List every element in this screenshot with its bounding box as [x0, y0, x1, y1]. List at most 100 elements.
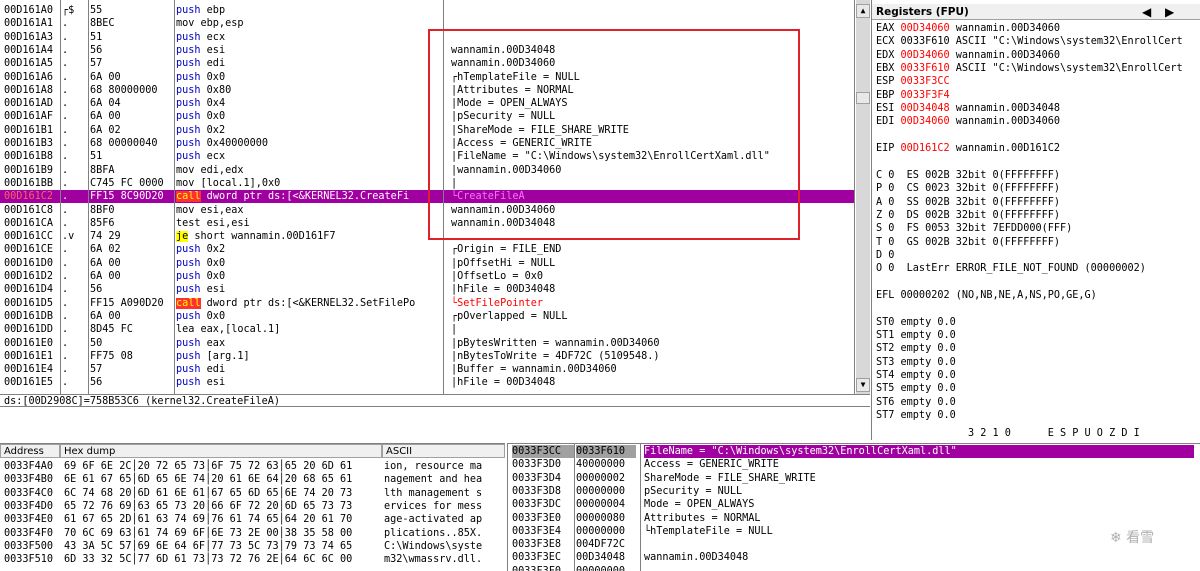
instruction-part: push — [176, 124, 207, 136]
disasm-hex: 6A 04 — [90, 98, 121, 110]
instruction-part: ecx — [206, 151, 226, 163]
stack-value: 00000080 — [576, 512, 626, 524]
disasm-row[interactable]: 00D161E5. 56 push esi |hFile = 00D34048 — [0, 376, 854, 389]
memory-dump-pane[interactable]: Address Hex dump ASCII 0033F4A0 69 6F 6E … — [0, 443, 505, 571]
dump-hex: 65 72 76 69│63 65 73 20│66 6F 72 20│6D 6… — [64, 500, 353, 512]
prev-view-icon[interactable]: ◀ — [1142, 4, 1151, 20]
disasm-row[interactable]: 00D161E4. 57 push edi |Buffer = wannamin.00… — [0, 363, 854, 376]
disasm-row[interactable]: 00D161D4. 56 push esi |hFile = 00D34048 — [0, 283, 854, 296]
next-view-icon[interactable]: ▶ — [1165, 4, 1174, 20]
disasm-row[interactable]: 00D161CE. 6A 02 push 0x2 ┌Origin = FILE_END — [0, 243, 854, 256]
disasm-marker: . — [62, 284, 69, 296]
scroll-up-arrow-icon[interactable]: ▲ — [856, 4, 870, 18]
disasm-instruction: push [arg.1] — [176, 350, 440, 363]
disasm-comment: |hFile = 00D34048 — [451, 284, 556, 296]
disasm-address: 00D161E1 — [4, 350, 54, 362]
stack-value: 004DF72C — [576, 539, 626, 551]
registers-header[interactable]: Registers (FPU) ◀ ▶ — [872, 4, 1200, 20]
stack-row[interactable]: 0033F3DC 00000004 Mode = OPEN_ALWAYS — [508, 498, 1200, 511]
disasm-instruction: mov ebp,esp — [176, 17, 440, 30]
annotation-highlight-box — [428, 29, 800, 240]
disasm-marker: . — [62, 350, 69, 362]
dump-hex: 69 6F 6E 2C│20 72 65 73│6F 75 72 63│65 2… — [64, 461, 353, 472]
disasm-row[interactable]: 00D161D5. FF15 A090D20 call dword ptr ds:[… — [0, 297, 854, 310]
disasm-comment: |OffsetLo = 0x0 — [451, 271, 544, 282]
instruction-part: esi — [206, 377, 226, 389]
registers-pane[interactable]: Registers (FPU) ◀ ▶ EAX 00D34060 wannami… — [871, 0, 1200, 440]
stack-row[interactable]: 0033F3CC 0033F610 FileName = "C:\Windows\s… — [508, 445, 1200, 459]
disasm-address: 00D161BB — [4, 177, 54, 189]
disasm-marker: .v — [62, 231, 75, 243]
stack-row[interactable]: 0033F3E4 00000000 └hTemplateFile = NULL — [508, 525, 1200, 538]
disasm-marker: . — [62, 364, 69, 376]
disasm-row[interactable]: 00D161E0. 50 push eax |pBytesWritten = wann… — [0, 337, 854, 350]
register-line: ESI 00D34048 wannamin.00D34048 — [876, 102, 1060, 115]
disasm-hex: 6A 00 — [90, 310, 121, 322]
disasm-hex: 6A 00 — [90, 271, 121, 282]
stack-row[interactable]: 0033F3D4 00000002 ShareMode = FILE_SHARE_W… — [508, 472, 1200, 485]
disasm-marker: . — [62, 324, 69, 336]
disasm-address: 00D161AF — [4, 111, 54, 123]
disasm-row[interactable]: 00D161E1. FF75 08 push [arg.1] |nBytesToWri… — [0, 350, 854, 363]
scroll-thumb[interactable] — [856, 92, 870, 104]
register-part: 00D34060 — [900, 23, 950, 34]
disasm-row[interactable]: 00D161DD. 8D45 FC lea eax,[local.1] | — [0, 323, 854, 336]
disasm-hex: 8BEC — [90, 18, 115, 30]
disasm-hex: 74 29 — [90, 231, 121, 243]
register-line: EBP 0033F3F4 — [876, 89, 950, 102]
instruction-part: je — [176, 231, 189, 243]
instruction-part: push — [176, 31, 207, 43]
instruction-part: 0x0 — [206, 71, 226, 83]
disasm-instruction: call dword ptr ds:[<&KERNEL32.CreateFi — [176, 190, 440, 203]
stack-row[interactable]: 0033F3D8 00000000 pSecurity = NULL — [508, 485, 1200, 498]
disasm-instruction: push 0x0 — [176, 71, 440, 84]
dump-header-ascii[interactable]: ASCII — [382, 444, 505, 458]
instruction-part: esi — [206, 284, 226, 296]
disasm-marker: . — [62, 310, 69, 322]
disasm-address: 00D161CC — [4, 231, 54, 243]
instruction-part: push — [176, 138, 207, 149]
instruction-part: push — [176, 111, 207, 123]
stack-pane[interactable]: 0033F3CC 0033F610 FileName = "C:\Windows\s… — [507, 443, 1200, 571]
disasm-hex: FF75 08 — [90, 350, 133, 362]
disasm-row[interactable]: 00D161D0. 6A 00 push 0x0 |pOffsetHi = NULL — [0, 257, 854, 270]
disasm-marker: . — [62, 164, 69, 176]
register-part: ST1 empty 0.0 — [876, 330, 956, 342]
dump-address: 0033F4A0 — [4, 461, 54, 472]
register-part: 0033F3CC — [900, 76, 950, 88]
stack-row[interactable]: 0033F3D0 40000000 Access = GENERIC_WRITE — [508, 458, 1200, 471]
disasm-instruction: mov esi,eax — [176, 204, 440, 217]
disasm-marker: . — [62, 44, 69, 56]
instruction-part: ebp — [206, 5, 226, 16]
dump-header-address[interactable]: Address — [0, 444, 60, 458]
disasm-marker: . — [62, 191, 69, 203]
dump-address: 0033F4C0 — [4, 487, 54, 499]
dump-header-hex[interactable]: Hex dump — [60, 444, 382, 458]
register-line: ST5 empty 0.0 — [876, 382, 956, 395]
stack-address: 0033F3D0 — [512, 459, 562, 471]
register-line: EFL 00000202 (NO,NB,NE,A,NS,PO,GE,G) — [876, 289, 1097, 302]
disasm-row[interactable]: 00D161D2. 6A 00 push 0x0 |OffsetLo = 0x0 — [0, 270, 854, 283]
disasm-marker: . — [62, 71, 69, 83]
register-line: ST4 empty 0.0 — [876, 369, 956, 382]
disasm-address: 00D161A5 — [4, 58, 54, 70]
disasm-address: 00D161C8 — [4, 204, 54, 216]
disasm-instruction: push 0x80 — [176, 84, 440, 97]
stack-row[interactable]: 0033F3E0 00000080 Attributes = NORMAL — [508, 512, 1200, 525]
stack-row[interactable]: 0033F3F000000000 — [508, 565, 1200, 571]
stack-row[interactable]: 0033F3EC 00D34048 wannamin.00D34048 — [508, 551, 1200, 564]
scroll-down-arrow-icon[interactable]: ▼ — [856, 378, 870, 392]
disasm-row[interactable]: 00D161DB. 6A 00 push 0x0 ┌pOverlapped = NUL… — [0, 310, 854, 323]
register-line: O 0 LastErr ERROR_FILE_NOT_FOUND (000000… — [876, 262, 1146, 275]
stack-value: 00000000 — [576, 565, 636, 571]
disasm-instruction: push 0x2 — [176, 124, 440, 137]
disasm-row[interactable]: 00D161A0 ┌$ 55 push ebp — [0, 4, 854, 17]
register-line: ST6 empty 0.0 — [876, 396, 956, 409]
disasm-address: 00D161E0 — [4, 337, 54, 349]
disassembly-scrollbar[interactable]: ▲ ▼ — [856, 0, 870, 394]
stack-value: 00D34048 — [576, 552, 626, 564]
stack-row[interactable]: 0033F3E8 004DF72C — [508, 538, 1200, 551]
register-line: EIP 00D161C2 wannamin.00D161C2 — [876, 142, 1060, 155]
instruction-part: mov ebp,esp — [176, 18, 244, 30]
register-part: T 0 GS 002B 32bit 0(FFFFFFFF) — [876, 236, 1061, 248]
